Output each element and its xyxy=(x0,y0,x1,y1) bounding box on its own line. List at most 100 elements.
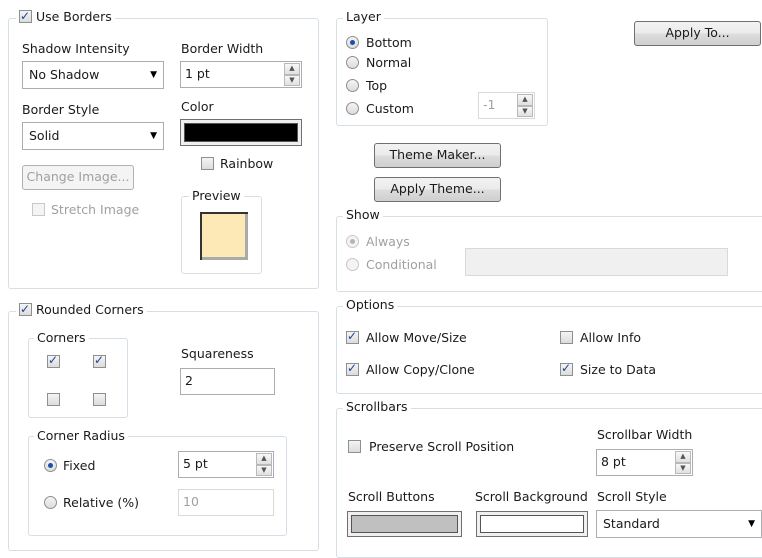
rounded-corners-label[interactable]: Rounded Corners xyxy=(36,302,144,317)
layer-normal-radio[interactable] xyxy=(346,56,359,69)
relative-radius-input[interactable]: 10 xyxy=(178,489,274,516)
corners-legend: Corners xyxy=(34,330,89,346)
layer-bottom-radio[interactable] xyxy=(346,36,359,49)
scrollbars-legend: Scrollbars xyxy=(343,399,411,415)
fixed-radius-input[interactable]: 5 pt ▲ ▼ xyxy=(178,451,274,478)
preserve-scroll-position-checkbox[interactable] xyxy=(348,440,361,453)
allow-info-checkbox[interactable] xyxy=(560,331,573,344)
spin-down-icon[interactable]: ▼ xyxy=(284,74,300,86)
scroll-style-value: Standard xyxy=(603,516,660,531)
shadow-intensity-label: Shadow Intensity xyxy=(22,41,130,56)
chevron-down-icon: ▼ xyxy=(150,131,157,141)
layer-custom-value: -1 xyxy=(483,97,496,112)
borders-group xyxy=(8,18,319,289)
layer-legend: Layer xyxy=(343,9,384,25)
stretch-image-label[interactable]: Stretch Image xyxy=(51,202,139,218)
apply-to-button[interactable]: Apply To... xyxy=(634,21,761,46)
preview-box xyxy=(200,212,248,260)
chevron-down-icon: ▼ xyxy=(748,519,755,529)
layer-normal-label[interactable]: Normal xyxy=(366,55,411,71)
scrollbar-width-label: Scrollbar Width xyxy=(597,427,693,442)
shadow-intensity-value: No Shadow xyxy=(29,67,100,82)
border-style-dropdown[interactable]: Solid ▼ xyxy=(22,122,164,150)
corner-bottom-left-checkbox[interactable] xyxy=(47,393,60,406)
corner-top-left-checkbox[interactable] xyxy=(47,353,60,368)
use-borders-legend: Use Borders xyxy=(16,8,115,25)
layer-bottom-label[interactable]: Bottom xyxy=(366,35,412,51)
show-conditional-label[interactable]: Conditional xyxy=(366,257,437,273)
border-color-button[interactable] xyxy=(180,119,302,146)
layer-custom-radio[interactable] xyxy=(346,102,359,115)
use-borders-checkbox[interactable] xyxy=(19,8,32,24)
allow-copy-clone-checkbox[interactable] xyxy=(346,361,359,376)
relative-radio[interactable] xyxy=(44,496,57,509)
options-legend: Options xyxy=(343,297,398,313)
color-label: Color xyxy=(181,99,214,114)
rainbow-checkbox[interactable] xyxy=(201,157,214,170)
size-to-data-label[interactable]: Size to Data xyxy=(580,362,656,378)
scroll-background-color-swatch xyxy=(480,515,584,533)
squareness-label: Squareness xyxy=(181,346,254,361)
squareness-input[interactable]: 2 xyxy=(180,368,275,395)
rounded-corners-checkbox[interactable] xyxy=(19,301,32,317)
show-conditional-radio[interactable] xyxy=(346,258,359,271)
relative-radius-value: 10 xyxy=(183,494,199,509)
fixed-radius-value: 5 pt xyxy=(183,456,208,471)
spin-down-icon[interactable]: ▼ xyxy=(675,462,691,474)
apply-theme-button[interactable]: Apply Theme... xyxy=(374,177,501,202)
spin-up-icon[interactable]: ▲ xyxy=(256,453,272,465)
border-width-label: Border Width xyxy=(181,41,264,56)
border-color-swatch xyxy=(184,123,298,142)
scrollbar-width-input[interactable]: 8 pt ▲ ▼ xyxy=(596,449,693,476)
corner-top-right-checkbox[interactable] xyxy=(93,353,106,368)
layer-custom-label[interactable]: Custom xyxy=(366,101,414,117)
corner-bottom-right-checkbox[interactable] xyxy=(93,393,106,406)
scroll-buttons-color-swatch xyxy=(351,515,458,533)
layer-top-radio[interactable] xyxy=(346,79,359,92)
squareness-value: 2 xyxy=(185,373,193,388)
border-style-value: Solid xyxy=(29,128,60,143)
border-width-spinner[interactable]: ▲ ▼ xyxy=(284,63,300,86)
use-borders-label[interactable]: Use Borders xyxy=(36,9,112,24)
preview-legend: Preview xyxy=(189,188,244,204)
change-image-button[interactable]: Change Image... xyxy=(22,165,134,190)
spin-down-icon[interactable]: ▼ xyxy=(517,105,533,117)
scroll-style-dropdown[interactable]: Standard ▼ xyxy=(596,510,762,538)
allow-copy-clone-label[interactable]: Allow Copy/Clone xyxy=(366,362,475,378)
fixed-radio[interactable] xyxy=(44,459,57,472)
fixed-label[interactable]: Fixed xyxy=(63,458,95,474)
stretch-image-checkbox[interactable] xyxy=(32,203,45,216)
scroll-background-color-button[interactable] xyxy=(476,511,588,537)
layer-custom-spinner[interactable]: ▲ ▼ xyxy=(517,94,533,117)
rainbow-label[interactable]: Rainbow xyxy=(220,156,273,172)
preserve-scroll-position-label[interactable]: Preserve Scroll Position xyxy=(369,439,514,455)
layer-custom-input[interactable]: -1 ▲ ▼ xyxy=(478,92,535,119)
scrollbar-width-value: 8 pt xyxy=(601,454,626,469)
allow-move-size-label[interactable]: Allow Move/Size xyxy=(366,330,467,346)
show-always-radio[interactable] xyxy=(346,235,359,248)
border-width-value: 1 pt xyxy=(185,66,210,81)
chevron-down-icon: ▼ xyxy=(150,70,157,80)
size-to-data-checkbox[interactable] xyxy=(560,361,573,376)
conditional-expression-input[interactable] xyxy=(465,248,728,276)
allow-move-size-checkbox[interactable] xyxy=(346,329,359,344)
spin-up-icon[interactable]: ▲ xyxy=(517,94,533,106)
scroll-buttons-label: Scroll Buttons xyxy=(348,489,435,504)
layer-top-label[interactable]: Top xyxy=(366,78,387,94)
allow-info-label[interactable]: Allow Info xyxy=(580,330,641,346)
fixed-radius-spinner[interactable]: ▲ ▼ xyxy=(256,453,272,476)
theme-maker-button[interactable]: Theme Maker... xyxy=(374,143,501,168)
spin-up-icon[interactable]: ▲ xyxy=(284,63,300,75)
scrollbar-width-spinner[interactable]: ▲ ▼ xyxy=(675,451,691,474)
show-always-label[interactable]: Always xyxy=(366,234,410,250)
spin-down-icon[interactable]: ▼ xyxy=(256,464,272,476)
shadow-intensity-dropdown[interactable]: No Shadow ▼ xyxy=(22,61,164,89)
scroll-background-label: Scroll Background xyxy=(475,489,588,504)
scroll-style-label: Scroll Style xyxy=(597,489,667,504)
spin-up-icon[interactable]: ▲ xyxy=(675,451,691,463)
scroll-buttons-color-button[interactable] xyxy=(347,511,462,537)
border-width-input[interactable]: 1 pt ▲ ▼ xyxy=(180,61,302,88)
corners-group xyxy=(28,338,128,418)
relative-label[interactable]: Relative (%) xyxy=(63,495,139,511)
options-group xyxy=(336,306,762,394)
